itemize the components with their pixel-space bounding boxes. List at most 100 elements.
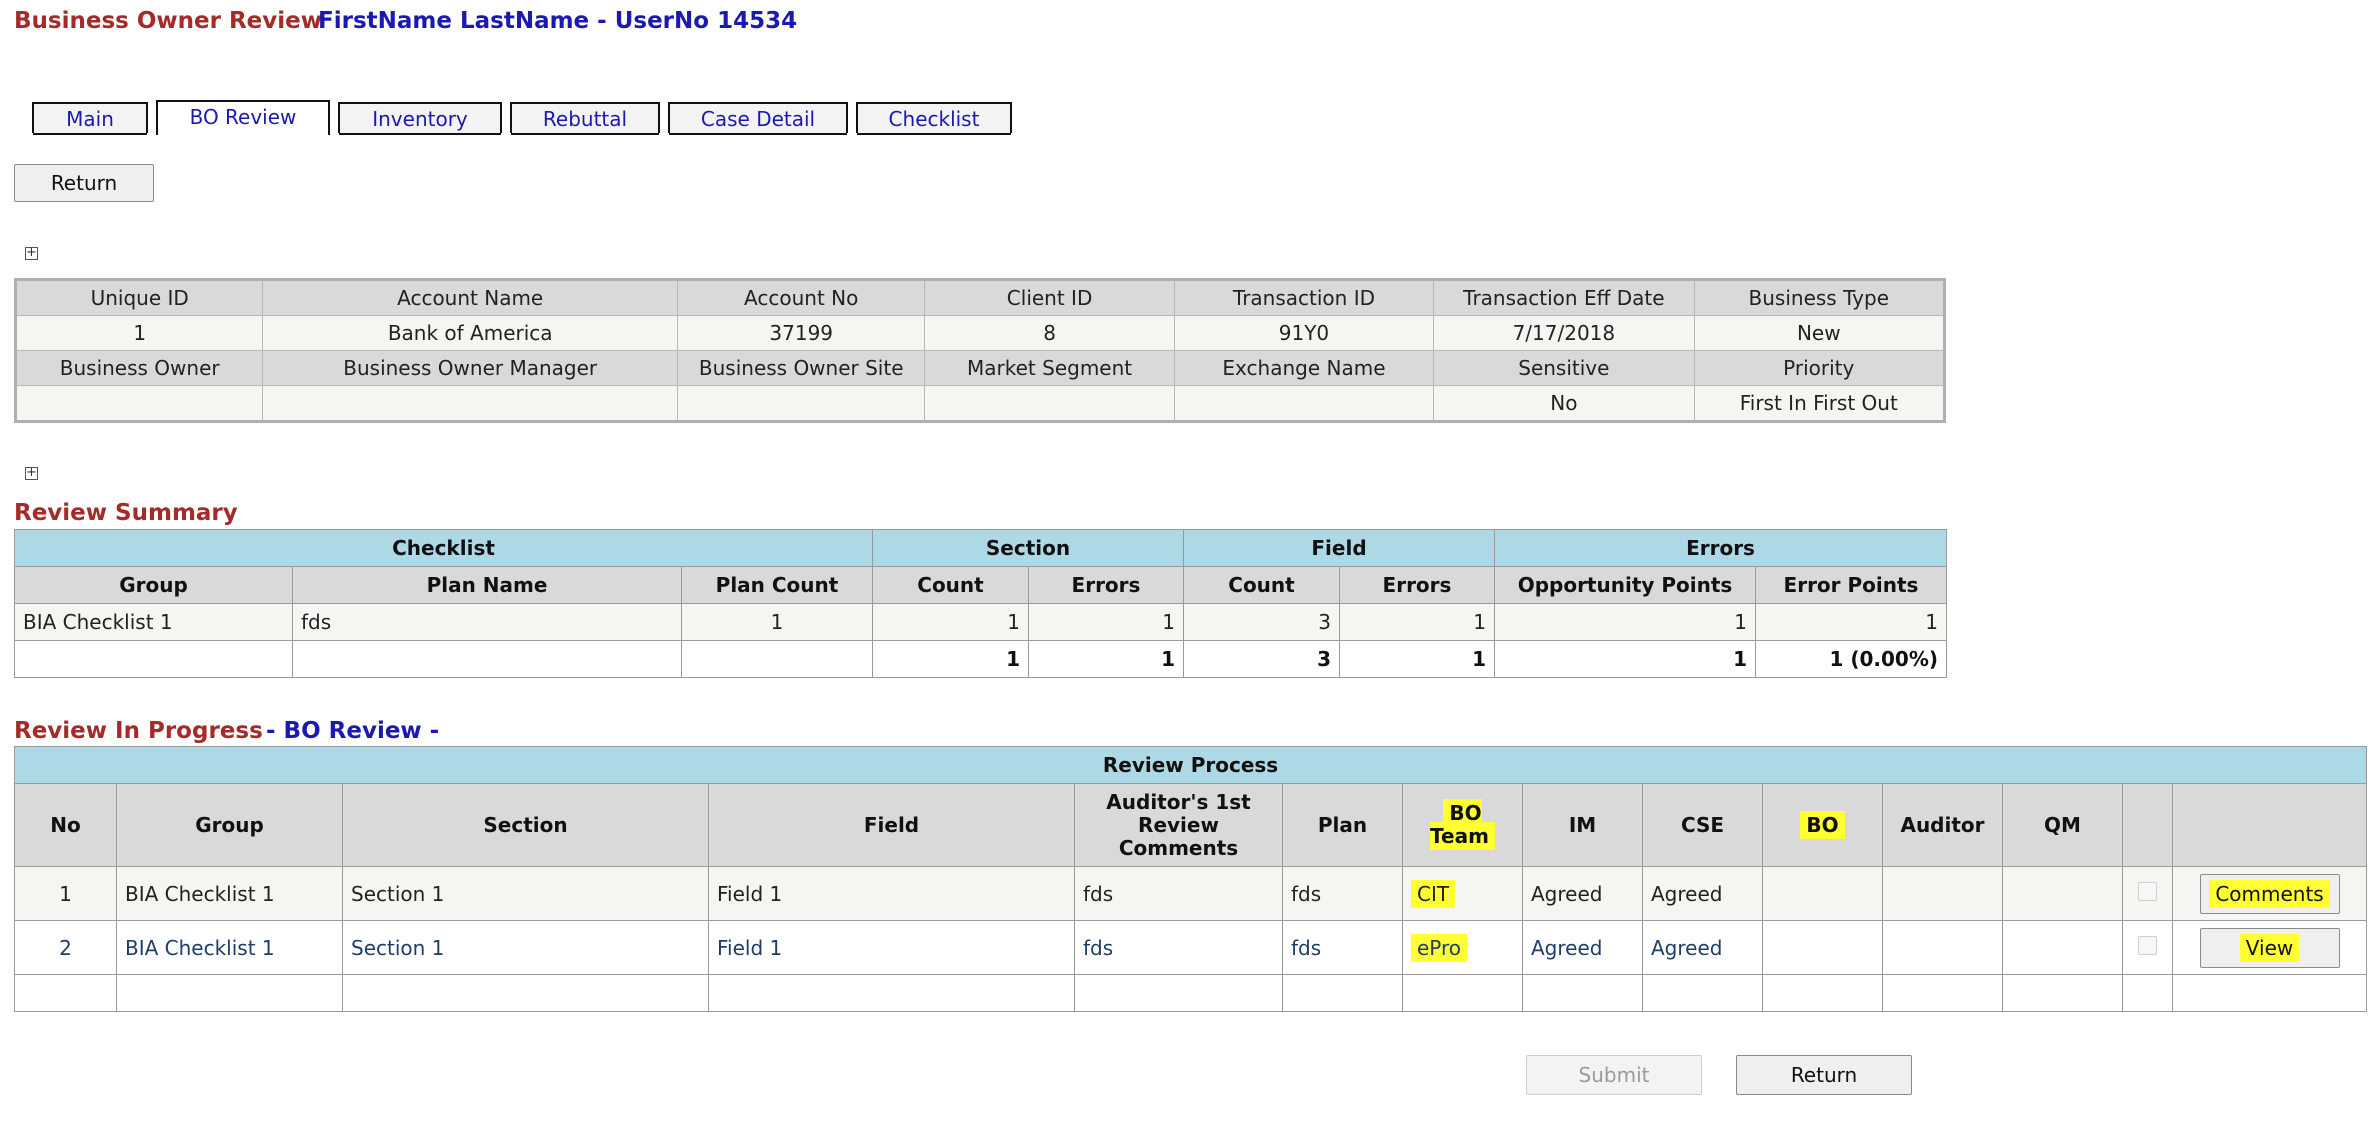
table-cell — [292, 640, 682, 678]
label-transaction-eff-date: Transaction Eff Date — [1433, 279, 1695, 316]
review-process-header: Review Process — [13, 746, 2368, 784]
row-plan: fds — [1282, 866, 1403, 921]
table-cell: 1 — [1755, 603, 1948, 641]
table-cell: 3 — [1183, 640, 1340, 678]
value-account-name: Bank of America — [262, 315, 679, 351]
group-header-errors: Errors — [1494, 529, 1948, 567]
review-in-progress-title: Review In Progress — [14, 718, 263, 744]
tab-main[interactable]: Main — [32, 102, 148, 135]
column-header: Plan Name — [292, 566, 682, 604]
value-priority: First In First Out — [1693, 385, 1946, 422]
view-button[interactable]: View — [2199, 927, 2340, 968]
column-header: Plan — [1282, 783, 1403, 867]
submit-button[interactable]: Submit — [1526, 1055, 1702, 1095]
label-market-segment: Market Segment — [924, 350, 1175, 386]
column-header: Group — [14, 566, 293, 604]
row-qm — [2002, 866, 2123, 921]
table-cell — [2002, 974, 2123, 1012]
label-priority: Priority — [1693, 350, 1946, 386]
row-field: Field 1 — [708, 866, 1075, 921]
table-cell: 1 — [1494, 640, 1757, 678]
label-business-owner-manager: Business Owner Manager — [262, 350, 679, 386]
column-header: Error Points — [1755, 566, 1948, 604]
review-summary-table: Checklist Section Field Errors Group Pla… — [14, 529, 1948, 678]
column-header — [2122, 783, 2173, 867]
review-process-table: Review Process No Group Section Field Au… — [13, 746, 2368, 1012]
row-checkbox[interactable] — [2138, 935, 2157, 955]
row-checkbox-cell — [2122, 920, 2173, 975]
tab-inventory[interactable]: Inventory — [338, 102, 502, 135]
row-action-cell: View — [2171, 920, 2368, 975]
user-info: FirstName LastName - UserNo 14534 — [318, 8, 798, 34]
value-account-no: 37199 — [677, 315, 926, 351]
row-bo-team: CIT — [1402, 866, 1523, 921]
column-header: Auditor — [1882, 783, 2003, 867]
column-header: Errors — [1338, 566, 1496, 604]
value-business-owner-manager — [262, 385, 679, 422]
account-info-table: Unique ID Account Name Account No Client… — [14, 278, 1946, 423]
table-cell: 1 — [1338, 640, 1496, 678]
row-no: 1 — [14, 866, 117, 921]
expand-icon[interactable]: + — [25, 246, 38, 260]
table-cell: 3 — [1183, 603, 1340, 641]
column-header — [2171, 783, 2368, 867]
row-plan: fds — [1282, 920, 1403, 975]
table-row: BIA Checklist 1 fds 1 1 1 3 1 1 1 — [14, 603, 1948, 641]
table-row: 1 BIA Checklist 1 Section 1 Field 1 fds … — [14, 866, 2368, 921]
page-title: Business Owner Review — [14, 8, 322, 34]
table-cell: 1 — [1028, 640, 1184, 678]
column-header: CSE — [1642, 783, 1763, 867]
tab-bo-review[interactable]: BO Review — [156, 100, 330, 135]
table-cell — [708, 974, 1075, 1012]
row-checkbox-cell — [2122, 866, 2173, 921]
bo-team-value: CIT — [1411, 879, 1456, 908]
table-cell — [1402, 974, 1523, 1012]
row-section: Section 1 — [342, 920, 709, 975]
table-cell — [1642, 974, 1763, 1012]
review-in-progress-subtitle: - BO Review - — [266, 718, 440, 744]
value-market-segment — [924, 385, 1175, 422]
column-header: IM — [1522, 783, 1643, 867]
comments-button[interactable]: Comments — [2199, 873, 2340, 914]
row-cse: Agreed — [1642, 866, 1763, 921]
row-bo-team: ePro — [1402, 920, 1523, 975]
table-cell: 1 — [872, 640, 1029, 678]
column-header: Field — [708, 783, 1075, 867]
tab-rebuttal[interactable]: Rebuttal — [510, 102, 660, 135]
row-checkbox[interactable] — [2138, 881, 2157, 901]
label-account-name: Account Name — [262, 279, 679, 316]
tab-checklist[interactable]: Checklist — [856, 102, 1012, 135]
row-section: Section 1 — [342, 866, 709, 921]
value-unique-id: 1 — [14, 315, 264, 351]
empty-row — [14, 974, 2368, 1012]
column-header: Plan Count — [681, 566, 873, 604]
label-account-no: Account No — [677, 279, 926, 316]
column-header-bo: BO — [1762, 783, 1883, 867]
table-cell: 1 — [872, 603, 1029, 641]
table-cell — [1882, 974, 2003, 1012]
table-cell — [342, 974, 709, 1012]
return-button-bottom[interactable]: Return — [1736, 1055, 1912, 1095]
value-sensitive: No — [1433, 385, 1695, 422]
table-cell — [1282, 974, 1403, 1012]
view-button-label: View — [2239, 933, 2300, 962]
expand-icon[interactable]: + — [25, 466, 38, 480]
tab-case-detail[interactable]: Case Detail — [668, 102, 848, 135]
value-transaction-id: 91Y0 — [1173, 315, 1435, 351]
row-field: Field 1 — [708, 920, 1075, 975]
row-qm — [2002, 920, 2123, 975]
label-transaction-id: Transaction ID — [1173, 279, 1435, 316]
table-cell — [2171, 974, 2368, 1012]
return-button-top[interactable]: Return — [14, 164, 154, 202]
group-header-section: Section — [872, 529, 1184, 567]
row-no: 2 — [14, 920, 117, 975]
table-cell — [14, 640, 293, 678]
table-cell — [14, 974, 117, 1012]
group-header-field: Field — [1182, 529, 1496, 567]
column-header-bo-team: BO Team — [1402, 783, 1523, 867]
value-client-id: 8 — [924, 315, 1175, 351]
label-exchange-name: Exchange Name — [1173, 350, 1435, 386]
table-cell: BIA Checklist 1 — [14, 603, 293, 641]
value-business-owner-site — [677, 385, 926, 422]
label-business-owner-site: Business Owner Site — [677, 350, 926, 386]
